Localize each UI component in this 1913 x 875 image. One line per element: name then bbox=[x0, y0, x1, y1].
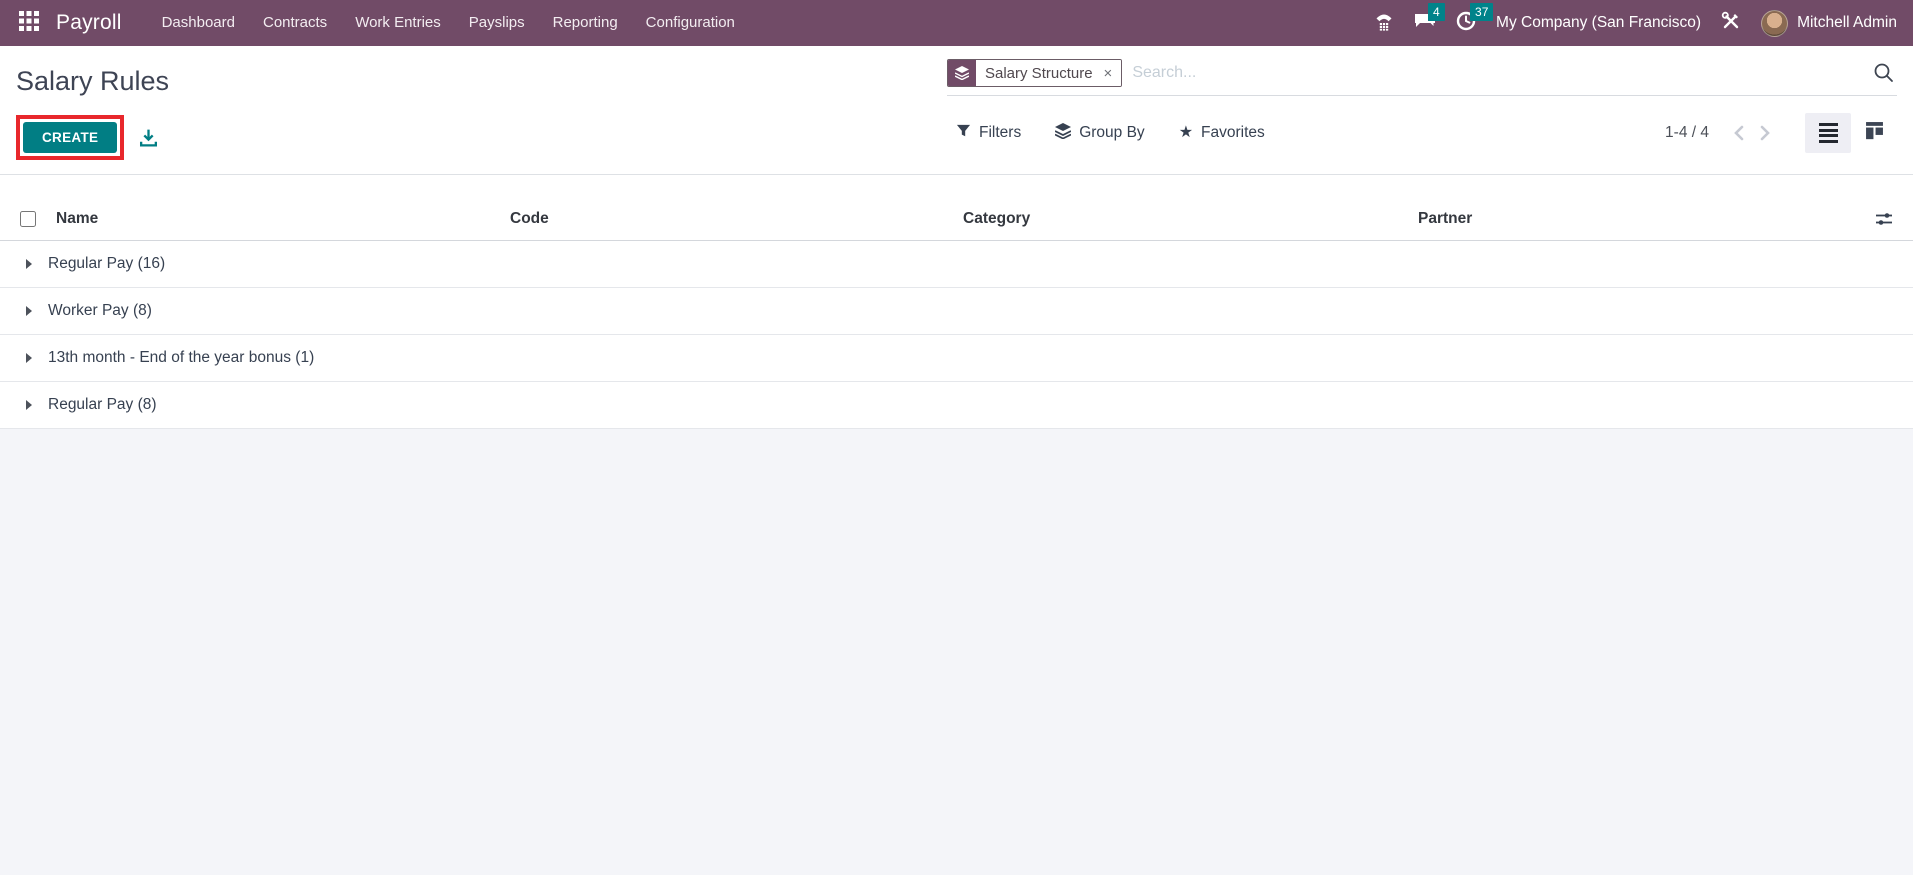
messages-button[interactable]: 4 bbox=[1414, 3, 1445, 35]
group-label: Worker Pay (8) bbox=[48, 302, 152, 319]
chevron-right-icon bbox=[1760, 125, 1770, 141]
chevron-left-icon bbox=[1734, 125, 1744, 141]
search-facet-salary-structure[interactable]: Salary Structure × bbox=[947, 59, 1123, 87]
control-panel: Salary Rules Salary Structure × Search..… bbox=[0, 46, 1913, 175]
layers-icon bbox=[1054, 122, 1072, 144]
group-row-13th-month-bonus-1[interactable]: 13th month - End of the year bonus (1) bbox=[0, 335, 1913, 382]
salary-rules-list: Name Code Category Partner Regular Pay (… bbox=[0, 197, 1913, 429]
expand-caret-icon bbox=[26, 400, 32, 410]
menu-item-dashboard[interactable]: Dashboard bbox=[148, 0, 249, 46]
pager-previous-button[interactable] bbox=[1725, 124, 1752, 142]
group-row-regular-pay-8[interactable]: Regular Pay (8) bbox=[0, 382, 1913, 429]
funnel-icon bbox=[956, 124, 971, 143]
debug-tools-button[interactable] bbox=[1721, 11, 1741, 36]
expand-caret-icon bbox=[26, 353, 32, 363]
layers-icon bbox=[948, 60, 976, 86]
facet-remove-button[interactable]: × bbox=[1101, 60, 1122, 86]
top-navbar: Payroll Dashboard Contracts Work Entries… bbox=[0, 0, 1913, 46]
group-label: Regular Pay (16) bbox=[48, 255, 166, 272]
column-header-name[interactable]: Name bbox=[56, 210, 510, 228]
star-icon: ★ bbox=[1178, 124, 1194, 141]
main-menu: Dashboard Contracts Work Entries Payslip… bbox=[148, 0, 749, 46]
pager-next-button[interactable] bbox=[1752, 124, 1779, 142]
navbar-systray: 4 37 My Company (San Francisco) Mitchell… bbox=[1374, 2, 1897, 37]
favorites-label: Favorites bbox=[1201, 124, 1265, 141]
search-bar[interactable]: Salary Structure × bbox=[947, 58, 1897, 96]
page-title: Salary Rules bbox=[16, 65, 170, 96]
user-name: Mitchell Admin bbox=[1797, 14, 1897, 31]
activities-badge: 37 bbox=[1470, 2, 1494, 21]
column-header-code[interactable]: Code bbox=[510, 210, 963, 228]
menu-item-work-entries[interactable]: Work Entries bbox=[341, 0, 455, 46]
view-switcher bbox=[1805, 113, 1897, 153]
apps-grid-icon bbox=[19, 10, 39, 36]
menu-item-reporting[interactable]: Reporting bbox=[539, 0, 632, 46]
group-by-label: Group By bbox=[1079, 124, 1145, 141]
menu-item-contracts[interactable]: Contracts bbox=[249, 0, 341, 46]
pager: 1-4 / 4 bbox=[1665, 124, 1709, 141]
export-download-icon[interactable] bbox=[138, 127, 159, 148]
user-avatar bbox=[1761, 9, 1789, 37]
column-header-partner[interactable]: Partner bbox=[1418, 210, 1857, 228]
search-input[interactable] bbox=[1122, 64, 1873, 82]
apps-menu-button[interactable] bbox=[16, 10, 42, 36]
column-header-category[interactable]: Category bbox=[963, 210, 1418, 228]
group-label: Regular Pay (8) bbox=[48, 396, 157, 413]
group-by-button[interactable]: Group By bbox=[1054, 122, 1145, 144]
user-menu[interactable]: Mitchell Admin bbox=[1761, 9, 1897, 37]
filters-label: Filters bbox=[979, 124, 1022, 141]
tools-icon bbox=[1721, 11, 1741, 36]
app-name[interactable]: Payroll bbox=[56, 11, 122, 35]
sliders-icon bbox=[1876, 212, 1892, 225]
filters-button[interactable]: Filters bbox=[956, 124, 1021, 143]
pager-area: 1-4 / 4 bbox=[1665, 110, 1897, 156]
group-row-regular-pay-16[interactable]: Regular Pay (16) bbox=[0, 241, 1913, 288]
kanban-view-button[interactable] bbox=[1851, 113, 1897, 153]
expand-caret-icon bbox=[26, 306, 32, 316]
optional-columns-button[interactable] bbox=[1857, 211, 1913, 227]
list-view-icon bbox=[1818, 122, 1838, 144]
phone-dialpad-icon bbox=[1374, 11, 1394, 36]
group-label: 13th month - End of the year bonus (1) bbox=[48, 349, 315, 366]
group-row-worker-pay-8[interactable]: Worker Pay (8) bbox=[0, 288, 1913, 335]
search-icon[interactable] bbox=[1873, 62, 1897, 84]
tutorial-highlight-box: CREATE bbox=[16, 114, 125, 160]
favorites-button[interactable]: ★ Favorites bbox=[1179, 124, 1265, 142]
select-all-checkbox[interactable] bbox=[20, 210, 36, 227]
create-button[interactable]: CREATE bbox=[23, 121, 118, 153]
search-options: Filters Group By ★ Favorites bbox=[956, 110, 1265, 156]
list-view-button[interactable] bbox=[1805, 113, 1851, 153]
list-header: Name Code Category Partner bbox=[0, 197, 1913, 241]
expand-caret-icon bbox=[26, 259, 32, 269]
menu-item-payslips[interactable]: Payslips bbox=[455, 0, 539, 46]
facet-label: Salary Structure bbox=[976, 60, 1102, 86]
voip-button[interactable] bbox=[1374, 11, 1394, 36]
activities-button[interactable]: 37 bbox=[1456, 2, 1494, 36]
menu-item-configuration[interactable]: Configuration bbox=[632, 0, 749, 46]
messages-badge: 4 bbox=[1428, 3, 1445, 21]
company-switcher[interactable]: My Company (San Francisco) bbox=[1496, 14, 1701, 32]
kanban-view-icon bbox=[1865, 121, 1884, 145]
